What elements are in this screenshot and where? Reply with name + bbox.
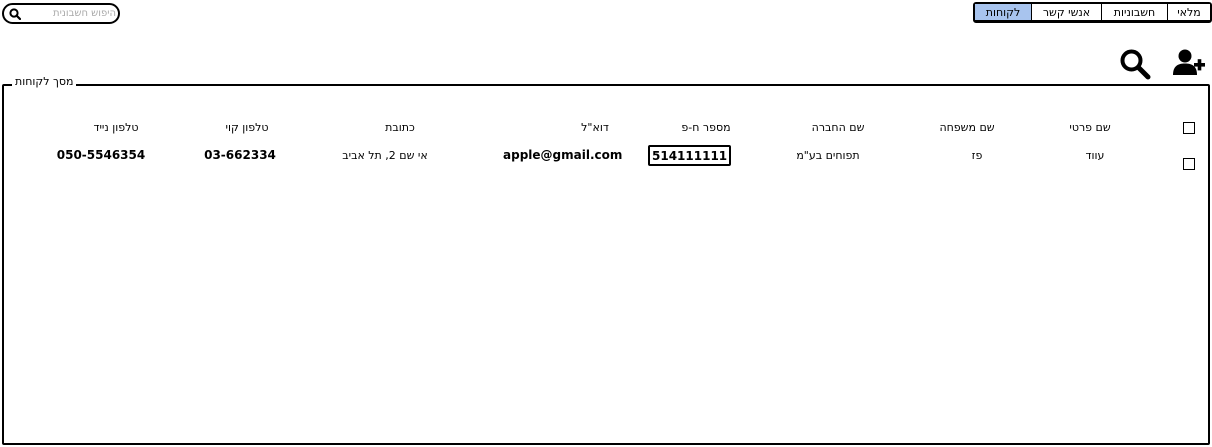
header-address: כתובת (385, 121, 415, 134)
tab-customers[interactable]: לקוחות (975, 4, 1032, 20)
customers-panel (2, 84, 1210, 445)
add-user-icon[interactable] (1172, 48, 1206, 76)
search-input[interactable] (24, 8, 116, 19)
search-icon (9, 7, 21, 20)
cell-last-name: פז (971, 149, 983, 162)
header-first-name: שם פרטי (1069, 121, 1111, 134)
header-mobile: טלפון נייד (93, 121, 139, 134)
select-all-checkbox[interactable] (1183, 122, 1195, 134)
header-company: שם החברה (811, 121, 865, 134)
tab-contacts[interactable]: אנשי קשר (1032, 4, 1102, 20)
tab-bar: לקוחות אנשי קשר חשבוניות מלאי (973, 2, 1212, 23)
header-company-id: מספר ח-פ (681, 121, 731, 134)
header-email: דוא"ל (581, 121, 609, 134)
cell-mobile: 050-5546354 (56, 148, 146, 162)
tab-invoices[interactable]: חשבוניות (1102, 4, 1168, 20)
panel-title: מסך לקוחות (12, 75, 77, 89)
row-checkbox[interactable] (1183, 158, 1195, 170)
company-id-stepper[interactable]: 514111111 (648, 145, 731, 166)
tab-inventory[interactable]: מלאי (1168, 4, 1210, 20)
cell-address: אי שם 2, תל אביב (342, 149, 428, 162)
cell-first-name: עווד (1085, 149, 1105, 162)
cell-email: apple@gmail.com (503, 148, 623, 162)
cell-company: תפוחים בע"מ (796, 149, 860, 162)
search-icon[interactable] (1119, 48, 1151, 80)
header-phone: טלפון קוי (225, 121, 269, 134)
invoice-search[interactable] (2, 3, 120, 24)
header-last-name: שם משפחה (939, 121, 995, 134)
company-id-value: 514111111 (652, 148, 728, 163)
cell-phone: 03-662334 (204, 148, 276, 162)
